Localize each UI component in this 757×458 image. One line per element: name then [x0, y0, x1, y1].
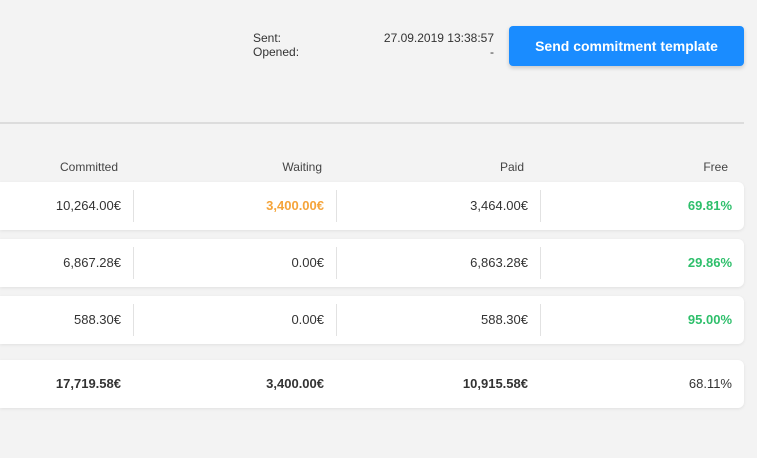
totals-row: 17,719.58€ 3,400.00€ 10,915.58€ 68.11% — [0, 360, 744, 408]
free-cell: 69.81% — [687, 198, 732, 213]
header-waiting: Waiting — [282, 160, 322, 174]
table-row[interactable]: 10,264.00€ 3,400.00€ 3,464.00€ 69.81% — [0, 182, 744, 230]
table-row[interactable]: 6,867.28€ 0.00€ 6,863.28€ 29.86% — [0, 239, 744, 287]
column-divider — [336, 190, 337, 222]
header-committed: Committed — [59, 160, 118, 174]
sent-row: Sent: 27.09.2019 13:38:57 — [253, 31, 494, 45]
divider — [0, 122, 744, 124]
waiting-cell: 0.00€ — [291, 312, 324, 327]
committed-cell: 10,264.00€ — [55, 198, 121, 213]
column-divider — [133, 304, 134, 336]
paid-cell: 3,464.00€ — [470, 198, 528, 213]
waiting-cell: 3,400.00€ — [266, 198, 324, 213]
header-free: Free — [703, 160, 728, 174]
opened-label: Opened: — [253, 45, 300, 59]
total-waiting-cell: 3,400.00€ — [266, 376, 324, 391]
committed-cell: 6,867.28€ — [63, 255, 121, 270]
send-status: Sent: 27.09.2019 13:38:57 Opened: - — [253, 31, 494, 59]
free-cell: 29.86% — [687, 255, 732, 270]
free-cell: 95.00% — [687, 312, 732, 327]
table-row[interactable]: 588.30€ 0.00€ 588.30€ 95.00% — [0, 296, 744, 344]
column-divider — [540, 247, 541, 279]
sent-value: 27.09.2019 13:38:57 — [383, 31, 494, 45]
sent-label: Sent: — [253, 31, 282, 45]
total-free-cell: 68.11% — [688, 376, 732, 391]
paid-cell: 588.30€ — [481, 312, 528, 327]
total-paid-cell: 10,915.58€ — [462, 376, 528, 391]
total-committed-cell: 17,719.58€ — [55, 376, 121, 391]
header-paid: Paid — [499, 160, 524, 174]
column-divider — [133, 190, 134, 222]
column-divider — [133, 247, 134, 279]
column-divider — [540, 304, 541, 336]
send-commitment-template-button[interactable]: Send commitment template — [509, 26, 744, 66]
column-divider — [336, 304, 337, 336]
table-header: Committed Waiting Paid Free — [0, 160, 744, 174]
column-divider — [336, 247, 337, 279]
paid-cell: 6,863.28€ — [470, 255, 528, 270]
opened-value: - — [490, 45, 494, 59]
column-divider — [540, 190, 541, 222]
opened-row: Opened: - — [253, 45, 494, 59]
committed-cell: 588.30€ — [74, 312, 121, 327]
waiting-cell: 0.00€ — [291, 255, 324, 270]
